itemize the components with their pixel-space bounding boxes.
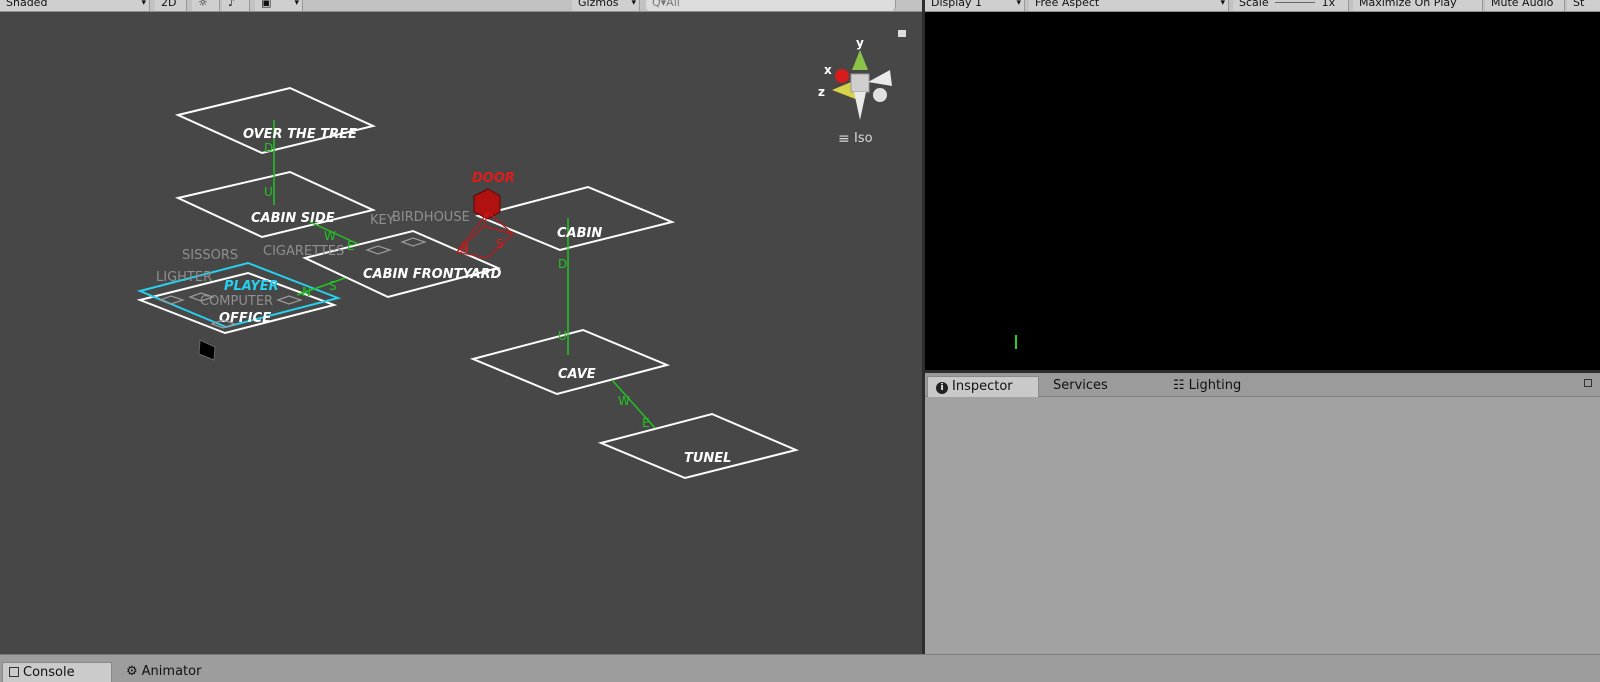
gizmo-y-cone[interactable]: [852, 50, 868, 70]
scale-track[interactable]: [1275, 2, 1316, 3]
item-marker[interactable]: [400, 237, 427, 247]
gizmo-x-label: x: [824, 63, 832, 77]
inspector-lock-icon[interactable]: [1584, 379, 1592, 387]
scale-slider[interactable]: Scale 1x: [1233, 0, 1349, 11]
tab-console[interactable]: Console: [2, 662, 112, 682]
room-label: CABIN SIDE: [251, 211, 335, 226]
gizmo-z-label: z: [818, 85, 825, 99]
gizmo-neg-y-cone: [854, 92, 866, 120]
scene-lock-icon[interactable]: [898, 30, 906, 37]
item-label: LIGHTER: [156, 270, 212, 285]
game-toolbar: Display 1 Free Aspect Scale 1x Maximize …: [925, 0, 1600, 12]
exit-label: D: [558, 257, 567, 271]
mute-label: Mute Audio: [1491, 0, 1554, 9]
room-over-the-tree-outline[interactable]: [174, 86, 377, 155]
2d-toggle[interactable]: 2D: [155, 0, 187, 11]
gizmo-neg-z-cone: [873, 88, 887, 102]
info-icon: i: [936, 382, 948, 394]
inspector-panel: i Inspector Services ☷ Lighting: [925, 373, 1600, 654]
room-cave-outline[interactable]: [469, 328, 671, 396]
maximize-on-play-toggle[interactable]: Maximize On Play: [1353, 0, 1483, 11]
gizmo-y-label: y: [856, 36, 864, 50]
bottom-panel: Console ⚙ Animator: [0, 654, 1600, 682]
door-label: DOOR: [472, 171, 515, 186]
room-label: CABIN: [557, 226, 602, 241]
exit-label: D: [264, 141, 273, 155]
inspector-tab-bar: i Inspector Services ☷ Lighting: [925, 373, 1600, 397]
exit-label: W: [324, 229, 336, 243]
game-text-cursor: [1015, 335, 1017, 349]
exit-label: S: [329, 279, 337, 293]
gizmo-center-cube[interactable]: [850, 73, 870, 93]
animator-icon: ⚙: [126, 664, 138, 679]
room-cabin-side-outline[interactable]: [174, 170, 377, 239]
exit-label: W: [618, 394, 630, 408]
lighting-sliders-icon: ☷: [1173, 378, 1185, 393]
tab-inspector-label: Inspector: [952, 379, 1013, 394]
player-label: PLAYER: [224, 279, 279, 294]
tab-console-label: Console: [23, 665, 75, 680]
tab-animator[interactable]: ⚙ Animator: [120, 662, 230, 682]
scene-search-placeholder: Q▾All: [652, 0, 680, 9]
console-icon: [9, 667, 19, 677]
maximize-label: Maximize On Play: [1359, 0, 1457, 9]
scene-toolbar: Shaded 2D ☼ ♪ ▣ Gizmos Q▾All: [0, 0, 922, 12]
gizmo-x-cone[interactable]: [835, 69, 849, 83]
gizmos-dropdown[interactable]: Gizmos: [572, 0, 640, 11]
camera-icon[interactable]: [198, 339, 216, 361]
item-label: CIGARETTES: [263, 244, 344, 259]
tab-lighting[interactable]: ☷ Lighting: [1165, 376, 1275, 397]
projection-menu-icon[interactable]: ≡: [838, 131, 850, 147]
display-label: Display 1: [931, 0, 983, 9]
item-marker[interactable]: [365, 245, 392, 255]
scene-canvas[interactable]: D U W E D U N S W E N S OVER THE TREE CA…: [0, 12, 922, 654]
scene-search-input[interactable]: Q▾All: [646, 0, 896, 11]
aspect-label: Free Aspect: [1035, 0, 1100, 9]
room-label: OFFICE: [219, 311, 271, 326]
orientation-gizmo[interactable]: y x z ≡ Iso: [818, 30, 906, 147]
lighting-toggle-icon[interactable]: ☼: [192, 0, 220, 11]
exit-label: U: [264, 185, 273, 199]
shading-mode-dropdown[interactable]: Shaded: [0, 0, 150, 11]
scale-value: 1x: [1321, 0, 1336, 9]
projection-label[interactable]: Iso: [854, 131, 873, 146]
stats-toggle[interactable]: St: [1567, 0, 1600, 11]
2d-label: 2D: [161, 0, 177, 9]
exit-label: E: [642, 416, 650, 430]
audio-toggle-icon[interactable]: ♪: [222, 0, 250, 11]
tab-animator-label: Animator: [141, 664, 202, 679]
tab-services-label: Services: [1053, 378, 1108, 393]
room-tunel-outline[interactable]: [597, 412, 800, 480]
scene-view[interactable]: Shaded 2D ☼ ♪ ▣ Gizmos Q▾All: [0, 0, 922, 654]
aspect-dropdown[interactable]: Free Aspect: [1029, 0, 1229, 11]
tab-lighting-label: Lighting: [1188, 378, 1242, 393]
item-label: BIRDHOUSE: [392, 210, 470, 225]
effects-dropdown-icon[interactable]: ▣: [255, 0, 303, 11]
item-label: SISSORS: [182, 248, 238, 263]
exit-label: E: [347, 239, 355, 253]
gizmos-label: Gizmos: [578, 0, 619, 9]
room-label: CABIN FRONTYARD: [363, 267, 502, 282]
exit-label: U: [558, 329, 567, 343]
shading-mode-label: Shaded: [6, 0, 48, 9]
display-dropdown[interactable]: Display 1: [925, 0, 1025, 11]
room-label: CAVE: [558, 367, 596, 382]
game-view[interactable]: Display 1 Free Aspect Scale 1x Maximize …: [925, 0, 1600, 370]
room-label: OVER THE TREE: [243, 127, 357, 142]
gizmo-neg-x-cone: [868, 70, 892, 86]
tab-services[interactable]: Services: [1045, 376, 1155, 397]
stats-label: St: [1573, 0, 1585, 9]
mute-audio-toggle[interactable]: Mute Audio: [1485, 0, 1565, 11]
item-marker[interactable]: [276, 295, 303, 305]
room-label: TUNEL: [684, 451, 731, 466]
scale-label: Scale: [1239, 0, 1269, 9]
exit-label: N: [302, 285, 311, 299]
tab-inspector[interactable]: i Inspector: [927, 376, 1039, 397]
